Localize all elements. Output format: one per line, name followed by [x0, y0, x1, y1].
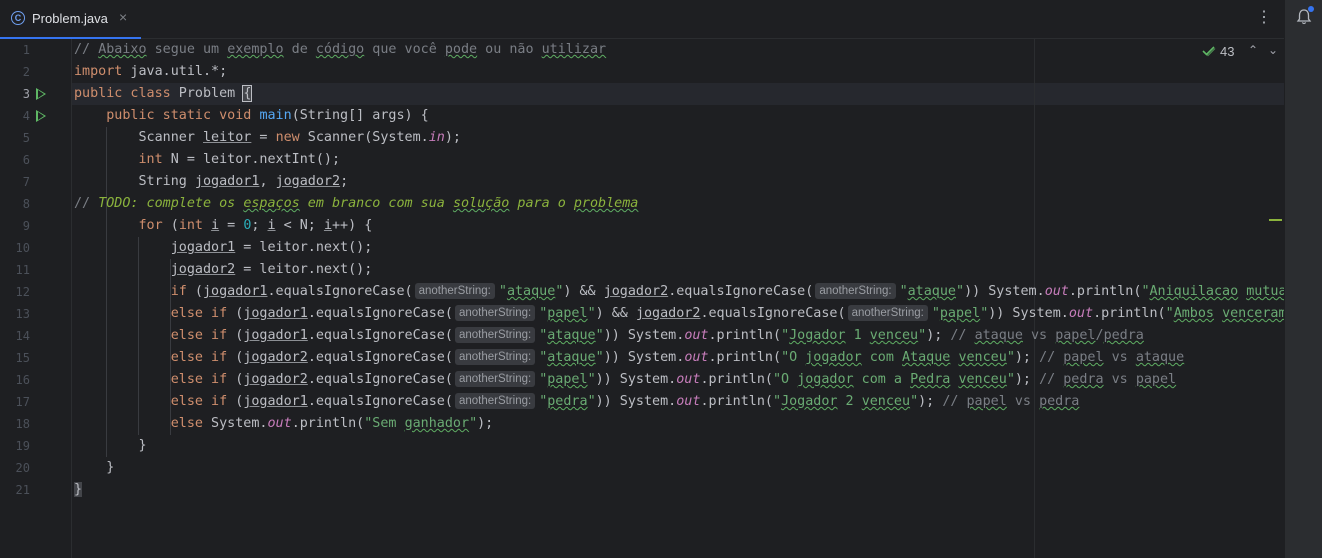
code-line: } [74, 438, 147, 453]
line-number: 4 [22, 109, 30, 123]
parameter-hint: anotherString: [454, 327, 536, 343]
line-number-gutter: 1 2 3 4 5 6 7 8 9 10 11 12 13 14 15 16 1… [0, 39, 72, 558]
code-line: } [74, 482, 83, 497]
code-line: public static void main(String[] args) { [106, 108, 429, 123]
line-number: 21 [15, 483, 30, 497]
line-number: 7 [22, 175, 30, 189]
more-options-icon[interactable]: ⋮ [1256, 8, 1272, 28]
next-highlight-icon[interactable]: ⌄ [1268, 43, 1278, 57]
line-number: 17 [15, 395, 30, 409]
code-line: else if (jogador2.equalsIgnoreCase(anoth… [170, 371, 1177, 387]
code-line: import java.util.*; [74, 64, 228, 79]
run-class-icon[interactable] [36, 88, 46, 100]
line-number: 12 [15, 285, 30, 299]
line-number: 8 [22, 197, 30, 211]
code-line: else if (jogador1.equalsIgnoreCase(anoth… [170, 305, 1284, 321]
run-main-icon[interactable] [36, 110, 46, 122]
code-line: else if (jogador2.equalsIgnoreCase(anoth… [170, 349, 1185, 365]
code-line: public class Problem { [74, 85, 253, 102]
code-editor[interactable]: 43 ⌃ ⌄ // Abaixo segue um exemplo de cód… [72, 39, 1284, 558]
line-number: 20 [15, 461, 30, 475]
inspections-count: 43 [1220, 44, 1235, 59]
parameter-hint: anotherString: [847, 305, 928, 321]
parameter-hint: anotherString: [454, 349, 536, 365]
code-line: } [74, 460, 115, 475]
todo-scroll-marker[interactable] [1269, 219, 1282, 221]
line-number: 15 [15, 351, 30, 365]
code-line: // TODO: complete os espaços em branco c… [74, 196, 639, 211]
line-number: 19 [15, 439, 30, 453]
parameter-hint: anotherString: [815, 283, 896, 299]
parameter-hint: anotherString: [454, 305, 536, 321]
parameter-hint: anotherString: [454, 393, 536, 409]
parameter-hint: anotherString: [414, 283, 495, 299]
line-number: 13 [15, 307, 30, 321]
editor-tab-bar: C Problem.java × ⋮ [0, 0, 1284, 39]
line-number: 9 [22, 219, 30, 233]
double-check-icon [1202, 46, 1216, 57]
line-number: 6 [22, 153, 30, 167]
code-line: String jogador1, jogador2; [74, 174, 349, 189]
code-line: // Abaixo segue um exemplo de código que… [74, 42, 607, 57]
close-icon[interactable]: × [119, 9, 127, 25]
line-number: 16 [15, 373, 30, 387]
notification-badge [1308, 6, 1314, 12]
code-line: Scanner leitor = new Scanner(System.in); [74, 130, 461, 145]
line-number: 3 [22, 87, 30, 101]
code-line: jogador1 = leitor.next(); [170, 240, 373, 255]
line-number: 2 [22, 65, 30, 79]
parameter-hint: anotherString: [454, 371, 536, 387]
code-line: jogador2 = leitor.next(); [170, 262, 373, 277]
line-number: 10 [15, 241, 30, 255]
code-line: else System.out.println("Sem ganhador"); [170, 416, 494, 431]
line-number: 18 [15, 417, 30, 431]
java-class-icon: C [11, 11, 25, 25]
current-line-highlight [72, 83, 1284, 105]
previous-highlight-icon[interactable]: ⌃ [1248, 43, 1258, 57]
tab-problem-java[interactable]: C Problem.java × [0, 0, 143, 39]
code-line: int N = leitor.nextInt(); [138, 152, 341, 167]
code-line: if (jogador1.equalsIgnoreCase(anotherStr… [170, 283, 1284, 299]
line-number: 5 [22, 131, 30, 145]
tab-label: Problem.java [32, 11, 108, 26]
right-tool-strip [1284, 0, 1322, 558]
line-number: 1 [22, 43, 30, 57]
line-number: 14 [15, 329, 30, 343]
code-line: else if (jogador1.equalsIgnoreCase(anoth… [170, 393, 1080, 409]
code-line: for (int i = 0; i < N; i++) { [138, 218, 373, 233]
code-line: else if (jogador1.equalsIgnoreCase(anoth… [170, 327, 1144, 343]
line-number: 11 [15, 263, 30, 277]
